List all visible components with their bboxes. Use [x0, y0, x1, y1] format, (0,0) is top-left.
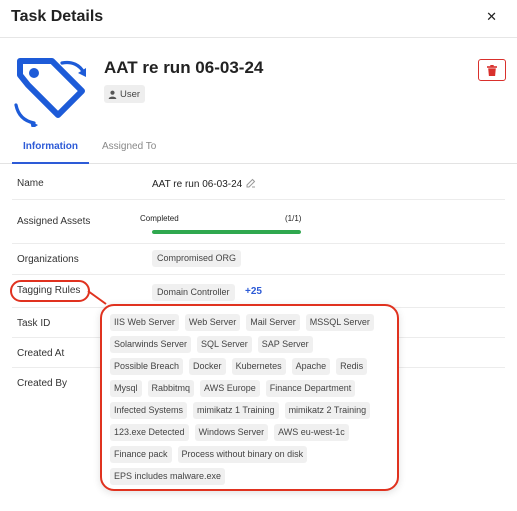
popover-tag-chip: SAP Server [257, 336, 313, 353]
tab-information[interactable]: Information [12, 141, 89, 164]
tab-assigned-to[interactable]: Assigned To [102, 141, 156, 152]
created-at-label: Created At [17, 348, 65, 359]
task-id-label: Task ID [17, 318, 51, 329]
popover-tag-chip: Windows Server [194, 424, 269, 441]
close-icon[interactable]: ✕ [486, 9, 497, 25]
popover-tag-chip: Kubernetes [231, 358, 286, 375]
popover-tag-chip: IIS Web Server [110, 314, 179, 331]
organization-chip: Compromised ORG [152, 250, 242, 267]
popover-tag-chip: AWS Europe [200, 380, 260, 397]
organizations-label: Organizations [17, 254, 79, 265]
created-by-label: Created By [17, 378, 68, 389]
popover-tag-chip: mimikatz 1 Training [193, 402, 279, 419]
popover-tag-chip: Possible Breach [110, 358, 184, 375]
progress-status: Completed [140, 214, 179, 223]
popover-tag-list: IIS Web Server Web Server Mail Server MSSQL… [110, 314, 391, 485]
popover-tag-chip: Finance Department [265, 380, 356, 397]
popover-tag-chip: Rabbitmq [147, 380, 195, 397]
popover-tag-chip: Mysql [110, 380, 142, 397]
popover-tag-chip: Mail Server [246, 314, 300, 331]
popover-tag-chip: SQL Server [197, 336, 252, 353]
more-tags-link[interactable]: +25 [245, 286, 262, 297]
name-text: AAT re run 06-03-24 [152, 179, 243, 190]
tab-bar: Information Assigned To [0, 134, 517, 164]
popover-tag-chip: Docker [189, 358, 226, 375]
progress-fill [152, 230, 301, 234]
popover-tag-chip: AWS eu-west-1c [274, 424, 349, 441]
popover-tag-chip: Finance pack [110, 446, 172, 463]
progress-bar [152, 230, 301, 234]
user-icon [108, 90, 117, 99]
dialog-header: Task Details ✕ [0, 0, 517, 38]
progress-count: (1/1) [285, 214, 302, 223]
tagging-rule-chip: Domain Controller [152, 284, 235, 301]
row-name: Name AAT re run 06-03-24 [12, 167, 505, 200]
edit-icon[interactable] [246, 178, 256, 188]
name-label: Name [17, 178, 44, 189]
assigned-assets-label: Assigned Assets [17, 216, 91, 227]
popover-tag-chip: 123.exe Detected [110, 424, 189, 441]
popover-tag-chip: Redis [336, 358, 368, 375]
row-assigned-assets: Assigned Assets [12, 200, 505, 244]
user-badge-label: User [120, 88, 141, 100]
dialog-title: Task Details [11, 8, 104, 25]
tagging-rules-popover: IIS Web Server Web Server Mail Server MSSQL… [100, 304, 399, 491]
user-badge: User [104, 85, 146, 103]
delete-button[interactable] [478, 59, 506, 81]
tag-icon [14, 58, 86, 127]
popover-tag-chip: Infected Systems [110, 402, 188, 419]
task-title: AAT re run 06-03-24 [104, 58, 264, 77]
name-value: AAT re run 06-03-24 [152, 178, 256, 190]
popover-tag-chip: EPS includes malware.exe [110, 468, 226, 485]
popover-tag-chip: MSSQL Server [305, 314, 374, 331]
tagging-rules-label: Tagging Rules [17, 285, 81, 296]
popover-tag-chip: Solarwinds Server [110, 336, 192, 353]
popover-tag-chip: Apache [291, 358, 331, 375]
row-organizations: Organizations Compromised ORG [12, 244, 505, 275]
popover-tag-chip: mimikatz 2 Training [284, 402, 371, 419]
popover-tag-chip: Web Server [184, 314, 241, 331]
trash-icon [487, 64, 497, 76]
popover-tag-chip: Process without binary on disk [177, 446, 308, 463]
